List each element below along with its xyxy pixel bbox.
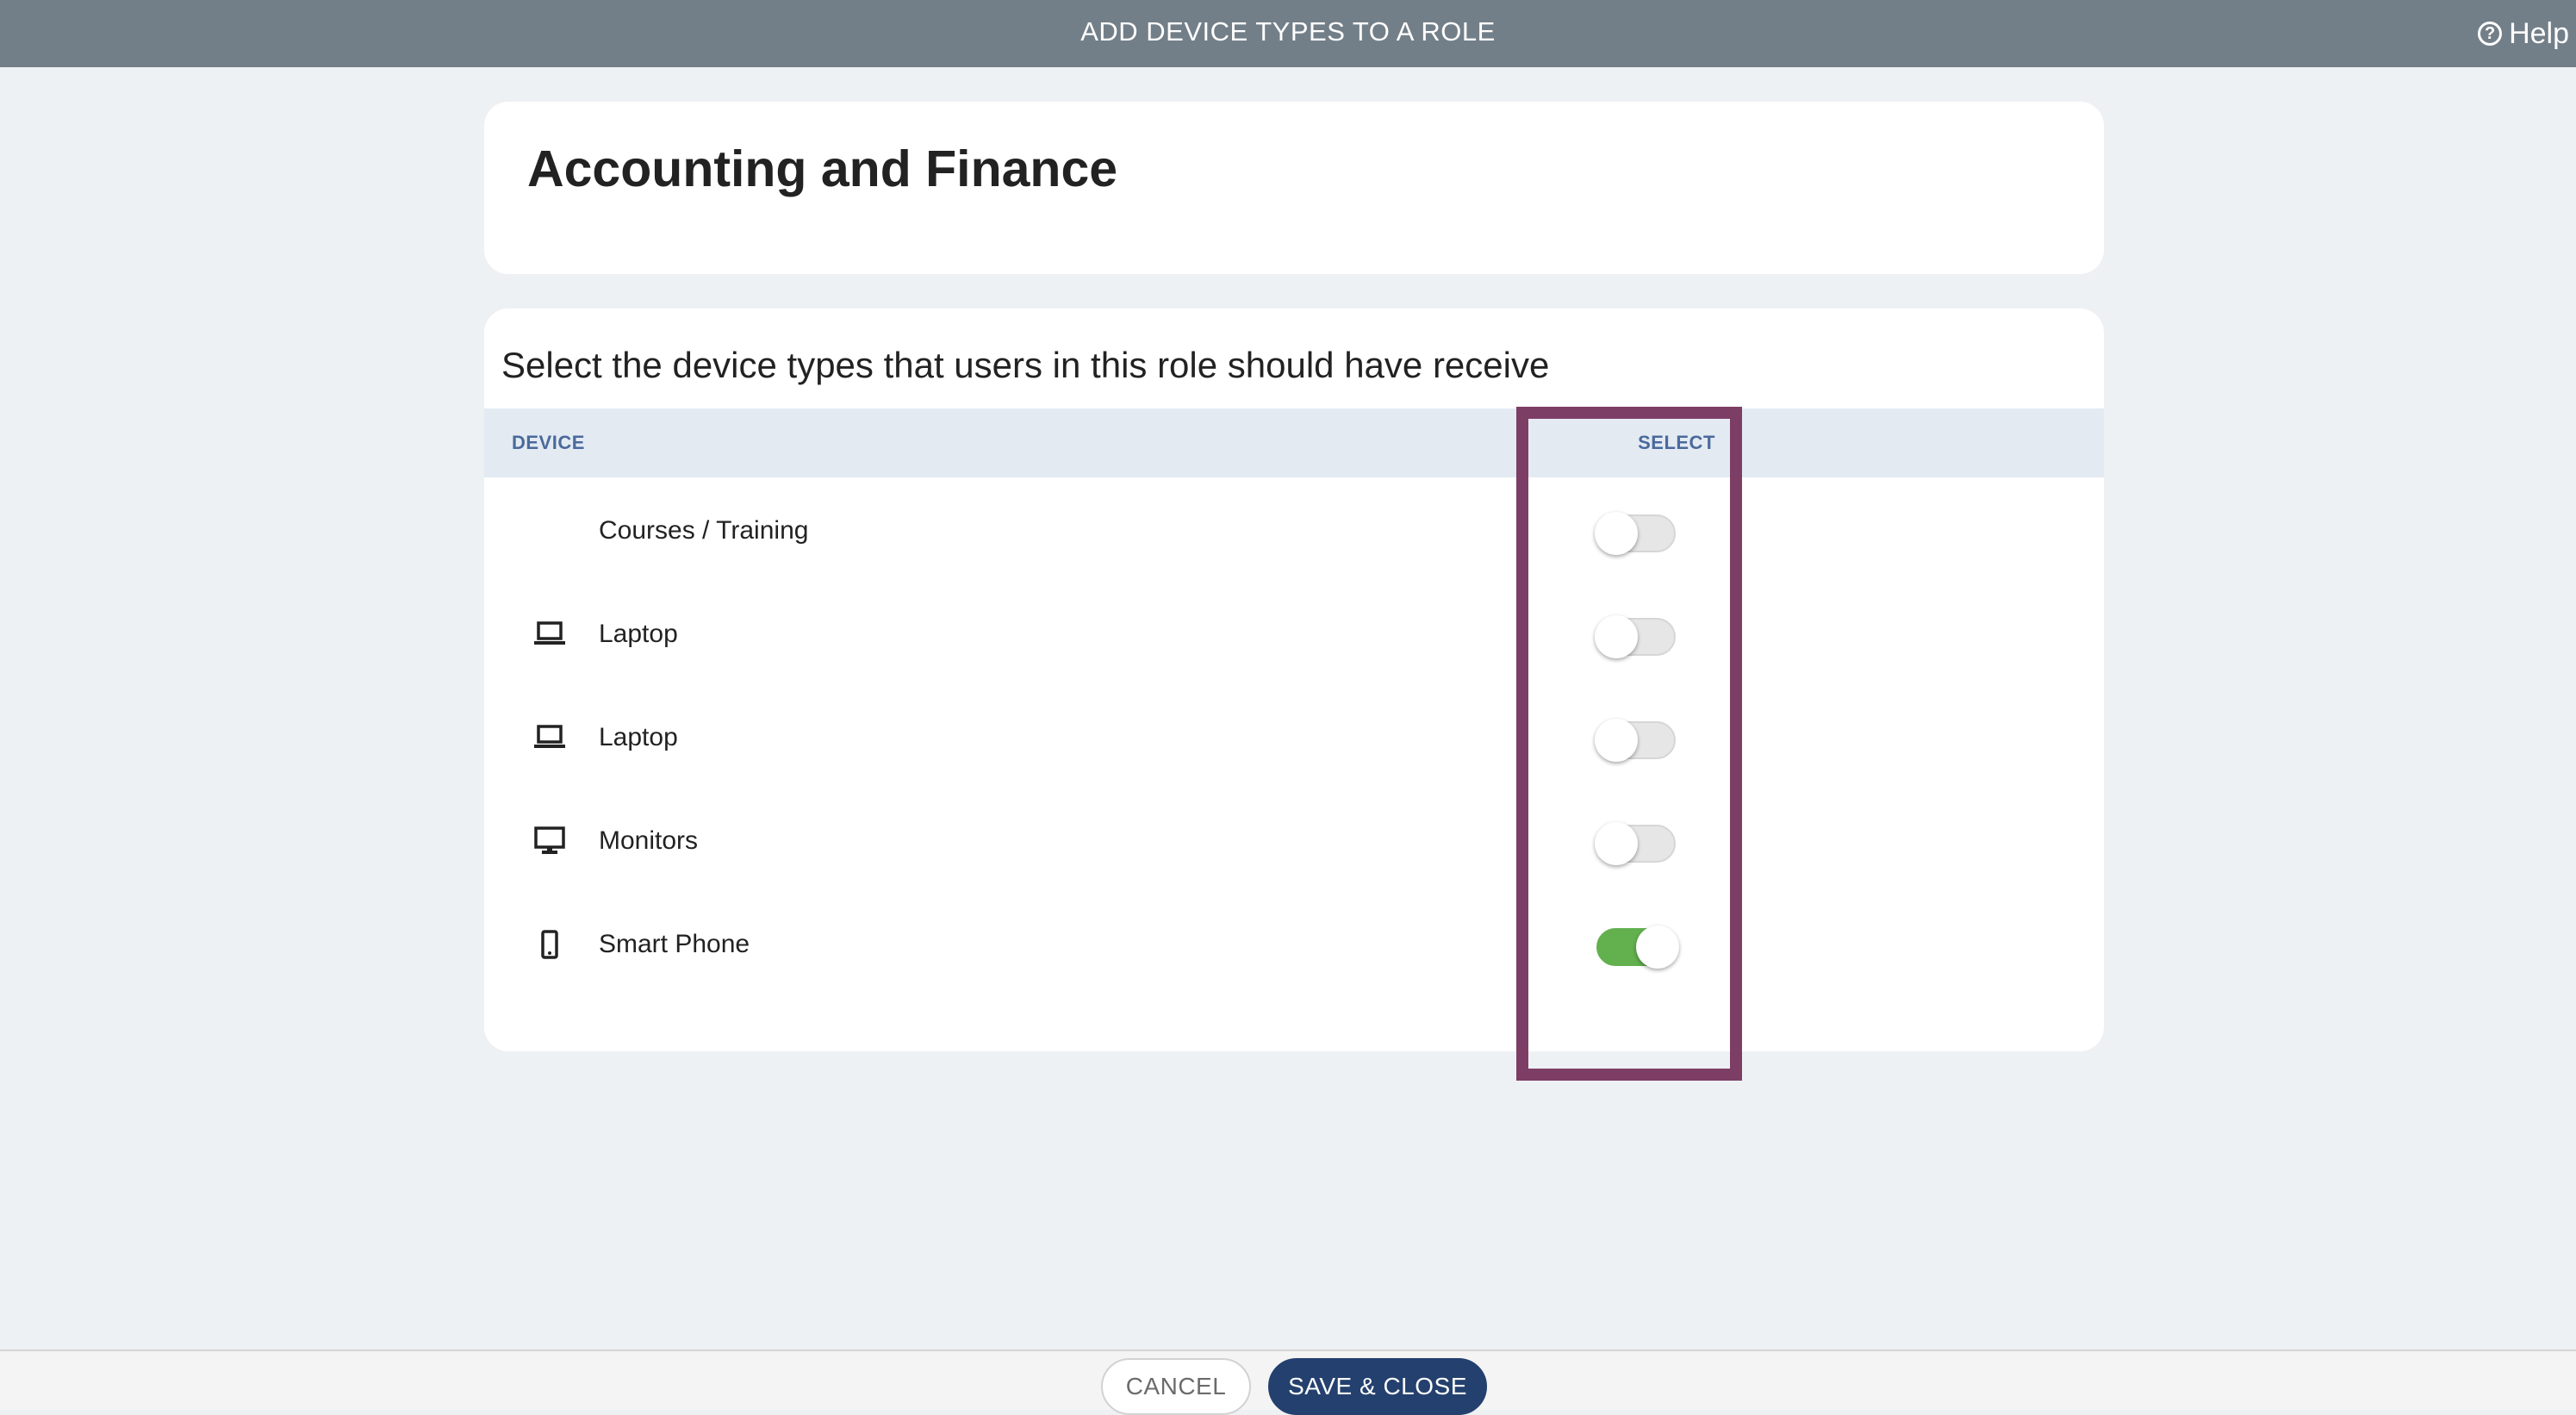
laptop-icon <box>529 686 570 789</box>
table-row: Laptop <box>484 583 2104 686</box>
toggle-knob <box>1636 926 1679 969</box>
row-icon-placeholder <box>529 479 570 583</box>
select-toggle[interactable] <box>1583 926 1695 969</box>
select-toggle[interactable] <box>1583 615 1695 658</box>
table-row: Monitors <box>484 789 2104 893</box>
toggle-knob <box>1595 512 1638 555</box>
table-row: Smart Phone <box>484 893 2104 996</box>
help-link[interactable]: ? Help <box>2478 0 2569 67</box>
save-and-close-button[interactable]: SAVE & CLOSE <box>1268 1358 1487 1415</box>
select-toggle[interactable] <box>1583 719 1695 762</box>
help-label: Help <box>2509 16 2569 50</box>
device-label: Laptop <box>599 723 678 751</box>
smartphone-icon <box>529 893 570 996</box>
device-selection-card: Select the device types that users in th… <box>484 309 2104 1051</box>
toggle-knob <box>1595 719 1638 762</box>
select-toggle[interactable] <box>1583 822 1695 865</box>
dialog-title: ADD DEVICE TYPES TO A ROLE <box>1080 16 1496 47</box>
select-toggle[interactable] <box>1583 512 1695 555</box>
device-label: Smart Phone <box>599 930 750 958</box>
question-circle-icon: ? <box>2478 22 2503 46</box>
monitor-icon <box>529 789 570 893</box>
column-header-select: SELECT <box>1638 432 1715 453</box>
toggle-knob <box>1595 615 1638 658</box>
toggle-knob <box>1595 822 1638 865</box>
column-header-device: DEVICE <box>512 432 585 453</box>
instruction-text: Select the device types that users in th… <box>501 345 1550 385</box>
device-label: Monitors <box>599 826 699 855</box>
role-name: Accounting and Finance <box>527 140 1118 197</box>
top-bar: ADD DEVICE TYPES TO A ROLE ? Help <box>0 0 2576 67</box>
table-header: DEVICE SELECT <box>484 408 2104 477</box>
cancel-button[interactable]: CANCEL <box>1101 1358 1251 1415</box>
table-row: Laptop <box>484 686 2104 789</box>
role-title-card: Accounting and Finance <box>484 102 2104 274</box>
device-label: Courses / Training <box>599 516 809 545</box>
device-label: Laptop <box>599 620 678 648</box>
laptop-icon <box>529 583 570 686</box>
table-row: Courses / Training <box>484 479 2104 583</box>
